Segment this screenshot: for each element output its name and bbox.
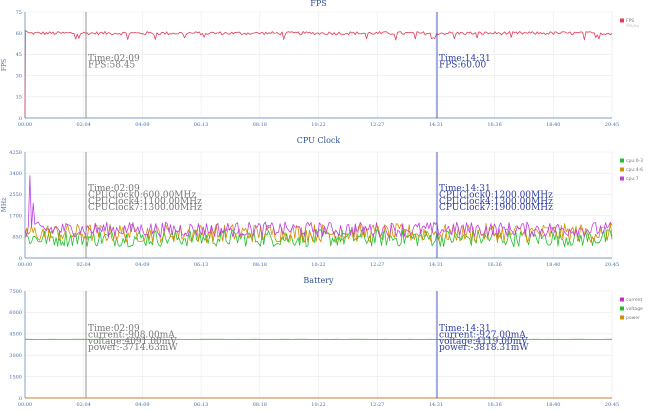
legend-label: current [626,297,642,303]
y-tick-label: 0 [19,116,22,122]
legend-label: voltage [626,306,643,312]
chart-title: CPU Clock [297,136,341,145]
y-tick-label: 2550 [9,192,22,198]
performance-charts: FPS 0 15 30 45 60 75 00:00 02:04 04:09 06:13 08:18 1… [0,0,660,412]
chart-title: Battery [303,276,334,285]
y-tick-label: 30 [16,73,22,79]
legend-swatch [620,297,624,302]
x-tick-label: 20:45 [605,262,619,268]
y-tick-label: 60 [16,31,22,37]
y-tick-label: 1500 [9,374,22,380]
chart-title: FPS [310,0,326,8]
legend-label: cpu:7 [626,176,639,182]
x-tick-label: 16:36 [487,262,501,268]
x-tick-label: 08:18 [253,262,267,268]
y-axis-label: FPS [1,59,8,71]
x-tick-label: 02:04 [76,402,90,408]
x-tick-label: 16:36 [487,122,501,128]
legend-label: cpu:4-6 [626,167,643,173]
legend-swatch [620,306,624,311]
x-tick-label: 20:45 [605,122,619,128]
legend-swatch [620,176,624,181]
x-tick-label: 10:22 [311,402,325,408]
cursor-annotation: CPUClock7:1900.00MHz [439,203,553,213]
x-tick-label: 14:31 [429,402,443,408]
cursor-annotation: CPUClock7:1300.00MHz [88,203,202,213]
y-tick-label: 4250 [9,150,22,156]
x-tick-label: 00:00 [18,122,32,128]
x-tick-label: 02:04 [76,262,90,268]
cursor-annotation: power:-3818.31mW [439,343,529,353]
y-tick-label: 4500 [9,332,22,338]
x-tick-label: 06:13 [194,262,208,268]
x-tick-label: 08:18 [253,402,267,408]
legend-label: power [626,315,640,321]
y-tick-label: 1700 [9,213,22,219]
legend-swatch [620,158,624,163]
x-tick-label: 14:31 [429,122,443,128]
x-tick-label: 10:22 [311,262,325,268]
x-tick-label: 06:13 [194,402,208,408]
y-tick-label: 45 [16,52,22,58]
legend-swatch [620,167,624,172]
x-tick-label: 04:09 [135,262,149,268]
chart-3: Battery 0 1500 3000 4500 6000 7500 00:00 02:04 04… [9,276,643,408]
y-tick-label: 0 [19,256,22,262]
cursor-annotation: power:-3714.63mW [88,343,178,353]
chart-2: CPU Clock 0 850 1700 2550 3400 4250 00:00 02:04 0… [1,136,643,268]
x-tick-label: 02:04 [76,122,90,128]
legend-swatch [620,18,624,23]
x-tick-label: 18:40 [546,402,560,408]
y-tick-label: 7500 [9,289,22,295]
y-axis-label: MHz [1,198,8,213]
x-tick-label: 00:00 [18,402,32,408]
legend-subtext: FPS(Hz) [626,24,640,28]
x-tick-label: 04:09 [135,122,149,128]
x-tick-label: 20:45 [605,402,619,408]
y-tick-label: 75 [16,10,22,16]
y-tick-label: 6000 [9,310,22,316]
x-tick-label: 18:40 [546,262,560,268]
x-tick-label: 10:22 [311,122,325,128]
x-tick-label: 12:27 [370,122,384,128]
cursor-annotation: FPS:58.45 [88,60,136,70]
x-tick-label: 12:27 [370,262,384,268]
y-tick-label: 3400 [9,171,22,177]
x-tick-label: 08:18 [253,122,267,128]
x-tick-label: 14:31 [429,262,443,268]
legend-label: cpu:0-3 [626,158,643,164]
y-tick-label: 15 [16,95,22,101]
x-tick-label: 00:00 [18,262,32,268]
x-tick-label: 18:40 [546,122,560,128]
legend-swatch [620,315,624,320]
charts-canvas: FPS 0 15 30 45 60 75 00:00 02:04 04:09 06:13 08:18 1… [1,0,643,408]
y-tick-label: 3000 [9,353,22,359]
x-tick-label: 04:09 [135,402,149,408]
x-tick-label: 16:36 [487,402,501,408]
cursor-annotation: FPS:60.00 [439,60,487,70]
chart-1: FPS 0 15 30 45 60 75 00:00 02:04 04:09 06:13 08:18 1… [1,0,640,128]
x-tick-label: 06:13 [194,122,208,128]
x-tick-label: 12:27 [370,402,384,408]
y-tick-label: 850 [12,235,22,241]
y-tick-label: 0 [19,396,22,402]
